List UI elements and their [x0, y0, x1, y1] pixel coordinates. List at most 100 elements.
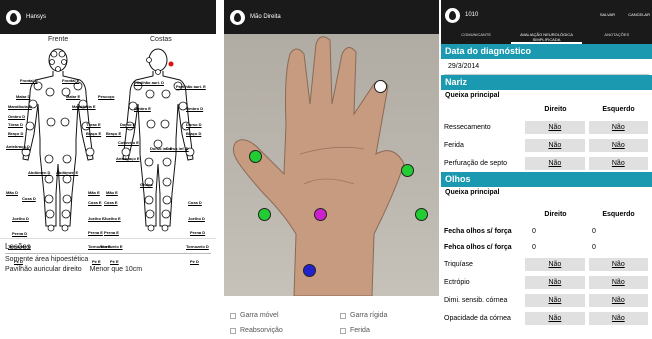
lesion-item[interactable]: Pavilhão auricular direito Menor que 10c… — [5, 265, 211, 275]
input-right[interactable]: 0 — [530, 228, 590, 235]
point-label[interactable]: Mão E — [106, 190, 118, 195]
point-label[interactable]: Tornozelo E — [100, 244, 123, 249]
point-label[interactable]: Ombro D — [186, 106, 203, 111]
point-label[interactable]: Glúteo — [140, 182, 153, 187]
point-label[interactable]: Mandíbula E — [72, 104, 96, 109]
select-right[interactable]: Não — [525, 156, 585, 170]
point-label[interactable]: Mão D — [6, 190, 18, 195]
point-label[interactable]: Tórax D — [8, 122, 23, 127]
point-label[interactable]: Antebraço D — [6, 144, 30, 149]
section-header-nose: Nariz — [441, 75, 652, 90]
marker-white[interactable] — [374, 80, 387, 93]
select-left[interactable]: Não — [588, 138, 648, 152]
input-right[interactable]: 0 — [530, 244, 590, 251]
point-label[interactable]: Pé D — [14, 259, 23, 264]
input-left[interactable]: 0 — [590, 244, 650, 251]
back-body-figure[interactable] — [118, 44, 198, 234]
select-left[interactable]: Não — [588, 120, 648, 134]
select-right[interactable]: Não — [525, 120, 585, 134]
tab-anotacoes[interactable]: ANOTAÇÕES — [582, 30, 652, 44]
point-label[interactable]: Pé D — [190, 259, 199, 264]
marker-green-2[interactable] — [401, 164, 414, 177]
point-label[interactable]: Malar D — [16, 94, 30, 99]
option-garra-rigida[interactable]: Garra rígida — [340, 312, 387, 319]
point-label[interactable]: Perna E — [104, 230, 119, 235]
point-label[interactable]: Perna D — [190, 230, 205, 235]
checkbox-icon[interactable] — [340, 312, 346, 319]
input-left[interactable]: 0 — [590, 228, 650, 235]
option-garra-movel[interactable]: Garra móvel — [230, 312, 279, 319]
point-label[interactable]: Perna E — [88, 230, 103, 235]
point-label[interactable]: Ombro E — [134, 106, 151, 111]
option-ferida[interactable]: Ferida — [340, 327, 370, 334]
point-label[interactable]: Braço E — [106, 131, 121, 136]
point-label[interactable]: Coxa D — [22, 196, 36, 201]
option-reabsorvicao[interactable]: Reabsorvição — [230, 327, 283, 334]
app-logo-icon — [445, 7, 460, 23]
select-left[interactable]: Não — [588, 311, 648, 325]
checkbox-icon[interactable] — [340, 327, 346, 334]
point-label[interactable]: Tornozelo D — [186, 244, 209, 249]
point-label[interactable]: Dorso D — [186, 122, 202, 127]
eval-row: Fecha olhos s/ força 0 0 — [441, 223, 652, 239]
point-label[interactable]: Pescoço — [98, 94, 114, 99]
lesion-item[interactable]: Somente área hipoestética — [5, 255, 211, 265]
point-label[interactable]: Coxa E — [88, 200, 102, 205]
point-label[interactable]: Pé E — [110, 259, 119, 264]
marker-green-4[interactable] — [415, 208, 428, 221]
point-label[interactable]: Abdômen E — [56, 170, 78, 175]
marker-blue[interactable] — [303, 264, 316, 277]
select-right[interactable]: Não — [525, 275, 585, 289]
point-label[interactable]: Coxa E — [104, 200, 118, 205]
point-label[interactable]: Braço D — [8, 131, 23, 136]
point-label[interactable]: Dorso E — [120, 122, 135, 127]
tab-avaliacao[interactable]: AVALIAÇÃO NEUROLÓGICA SIMPLIFICADA — [511, 30, 582, 44]
point-label[interactable]: Frontal E — [62, 78, 79, 83]
point-label[interactable]: Tórax E — [86, 122, 101, 127]
point-label[interactable]: Ombro D — [8, 114, 25, 119]
checkbox-icon[interactable] — [230, 327, 236, 334]
point-label[interactable]: Abdômen D — [28, 170, 50, 175]
point-label[interactable]: Joelho D — [188, 216, 205, 221]
diagnosis-date-field[interactable]: 29/3/2014 — [444, 59, 649, 75]
checkbox-icon[interactable] — [230, 312, 236, 319]
select-left[interactable]: Não — [588, 293, 648, 307]
hand-image[interactable] — [224, 34, 439, 297]
point-label[interactable]: Braço E — [86, 131, 101, 136]
point-label[interactable]: Antebraço E — [116, 156, 140, 161]
tab-comunicante[interactable]: COMUNICANTE — [441, 30, 511, 44]
save-button[interactable]: SALVAR — [600, 12, 615, 17]
select-right[interactable]: Não — [525, 311, 585, 325]
point-label[interactable]: Frontal D — [20, 78, 38, 83]
eval-row: Ressecamento Não Não — [441, 118, 652, 136]
front-body-figure[interactable] — [18, 44, 98, 234]
point-label[interactable]: Pavilhão auri. D — [134, 80, 164, 85]
select-left[interactable]: Não — [588, 257, 648, 271]
point-label[interactable]: Joelho E — [88, 216, 105, 221]
select-left[interactable]: Não — [588, 275, 648, 289]
point-label[interactable]: Dorso inf. D — [166, 146, 189, 151]
cancel-button[interactable]: CANCELAR — [628, 12, 650, 17]
point-label[interactable]: Perna D — [12, 231, 27, 236]
marker-green-1[interactable] — [249, 150, 262, 163]
select-right[interactable]: Não — [525, 293, 585, 307]
screen-hand-map: Mão Direita Garra móvel Garra rígida Rea… — [224, 0, 439, 339]
col-right: Direito — [544, 211, 567, 218]
select-left[interactable]: Não — [588, 156, 648, 170]
point-label[interactable]: Cotovelo E — [118, 140, 139, 145]
point-label[interactable]: Joelho D — [12, 216, 29, 221]
point-label[interactable]: Mandíbula D — [8, 104, 32, 109]
point-label[interactable]: Joelho E — [104, 216, 121, 221]
select-right[interactable]: Não — [525, 257, 585, 271]
point-label[interactable]: Pé E — [92, 259, 101, 264]
marker-magenta[interactable] — [314, 208, 327, 221]
marker-green-3[interactable] — [258, 208, 271, 221]
point-label[interactable]: Tornozelo D — [8, 244, 31, 249]
point-label[interactable]: Pavilhão auri. E — [176, 84, 206, 89]
point-label[interactable]: Malar E — [66, 94, 80, 99]
point-label[interactable]: Braço D — [186, 131, 201, 136]
point-label[interactable]: Coxa D — [188, 200, 202, 205]
select-right[interactable]: Não — [525, 138, 585, 152]
point-label[interactable]: Mão E — [88, 190, 100, 195]
lesion-marker[interactable] — [168, 61, 174, 67]
